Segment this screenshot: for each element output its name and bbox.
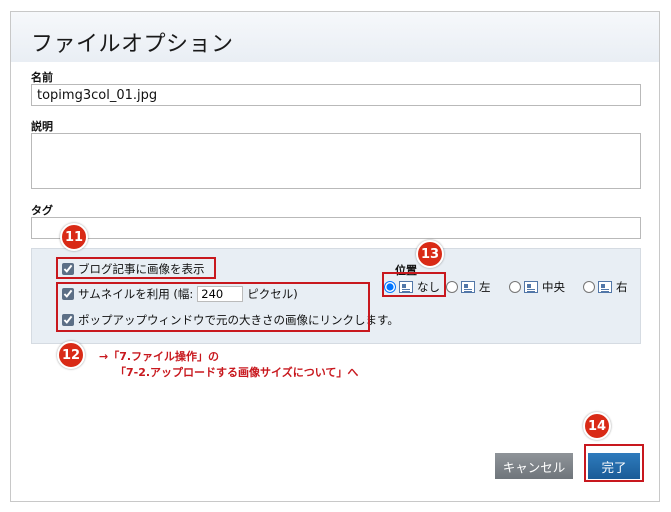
align-none-icon [399, 281, 413, 293]
cancel-button[interactable]: キャンセル [495, 453, 573, 479]
position-radio-center[interactable] [509, 281, 521, 293]
tags-label: タグ [31, 204, 53, 217]
align-center-icon [524, 281, 538, 293]
annotation-note-line2: 「7-2.アップロードする画像サイズについて」へ [115, 366, 359, 379]
position-option-left[interactable]: 左 [446, 279, 491, 295]
popup-label: ポップアップウィンドウで元の大きさの画像にリンクします。 [78, 313, 399, 327]
position-option-right[interactable]: 右 [583, 279, 628, 295]
position-option-none[interactable]: なし [384, 279, 440, 295]
position-label-right: 右 [616, 280, 628, 294]
image-options-panel: ブログ記事に画像を表示 サムネイルを利用 (幅: ピクセル) ポップアップウィン… [31, 248, 641, 344]
annotation-badge-11: 11 [60, 223, 88, 251]
position-label-left: 左 [479, 280, 491, 294]
annotation-note-line1: →「7.ファイル操作」の [99, 350, 220, 363]
position-radio-right[interactable] [583, 281, 595, 293]
position-option-center[interactable]: 中央 [509, 279, 565, 295]
description-textarea[interactable] [31, 133, 641, 189]
thumbnail-checkbox[interactable] [62, 288, 74, 300]
thumbnail-option[interactable]: サムネイルを利用 (幅: ピクセル) [62, 286, 298, 302]
done-button[interactable]: 完了 [588, 453, 640, 479]
show-in-post-checkbox[interactable] [62, 263, 74, 275]
dialog-header: ファイルオプション [11, 12, 659, 62]
align-right-icon [598, 281, 612, 293]
name-input[interactable] [31, 84, 641, 106]
thumbnail-width-input[interactable] [197, 286, 244, 302]
popup-option[interactable]: ポップアップウィンドウで元の大きさの画像にリンクします。 [62, 312, 399, 328]
name-label: 名前 [31, 71, 53, 84]
description-label: 説明 [31, 120, 53, 133]
thumbnail-label-after: ピクセル) [247, 287, 298, 301]
popup-checkbox[interactable] [62, 314, 74, 326]
thumbnail-label-before: サムネイルを利用 (幅: [78, 287, 194, 301]
annotation-badge-12: 12 [57, 341, 85, 369]
tags-input[interactable] [31, 217, 641, 239]
align-left-icon [461, 281, 475, 293]
dialog-title: ファイルオプション [31, 32, 234, 57]
position-label-center: 中央 [542, 280, 565, 294]
position-label-none: なし [417, 280, 440, 294]
annotation-badge-13: 13 [416, 240, 444, 268]
file-options-dialog: ファイルオプション 名前 説明 タグ ブログ記事に画像を表示 サムネイルを利用 … [10, 11, 660, 502]
position-radio-none[interactable] [384, 281, 396, 293]
position-label: 位置 [395, 264, 417, 277]
show-in-post-label: ブログ記事に画像を表示 [78, 262, 205, 276]
show-in-post-option[interactable]: ブログ記事に画像を表示 [62, 261, 205, 277]
position-radio-left[interactable] [446, 281, 458, 293]
annotation-badge-14: 14 [583, 412, 611, 440]
